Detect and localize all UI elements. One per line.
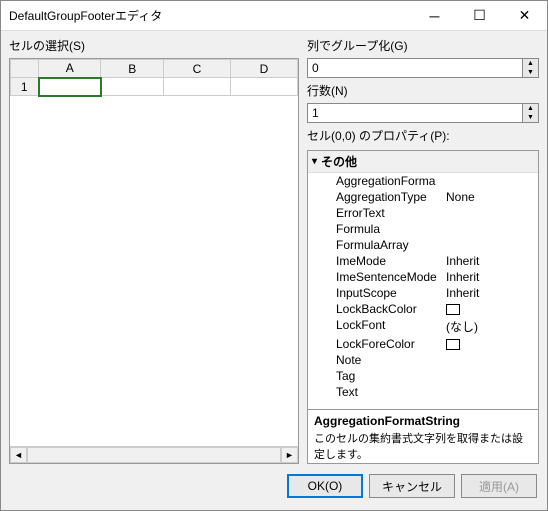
- grid-cell[interactable]: [230, 78, 297, 96]
- property-value[interactable]: [446, 337, 538, 351]
- ok-button[interactable]: OK(O): [287, 474, 363, 498]
- col-header[interactable]: C: [163, 60, 230, 78]
- property-name: ErrorText: [336, 206, 446, 220]
- chevron-down-icon: ▾: [312, 156, 317, 167]
- apply-button[interactable]: 適用(A): [461, 474, 537, 498]
- property-value[interactable]: [446, 385, 538, 399]
- col-header[interactable]: A: [39, 60, 101, 78]
- grid-corner[interactable]: [11, 60, 39, 78]
- property-name: ImeMode: [336, 254, 446, 268]
- row-count-label: 行数(N): [307, 82, 539, 99]
- description-title: AggregationFormatString: [314, 414, 532, 428]
- property-value[interactable]: Inherit: [446, 286, 538, 300]
- property-value[interactable]: [446, 206, 538, 220]
- property-name: Note: [336, 353, 446, 367]
- titlebar: DefaultGroupFooterエディタ ─ ☐ ✕: [1, 1, 547, 31]
- property-value[interactable]: [446, 302, 538, 316]
- color-swatch: [446, 339, 460, 350]
- button-bar: OK(O) キャンセル 適用(A): [1, 464, 547, 510]
- row-count-input[interactable]: [308, 104, 522, 122]
- property-value[interactable]: Inherit: [446, 254, 538, 268]
- property-row[interactable]: LockFont(なし): [308, 317, 538, 336]
- property-value[interactable]: None: [446, 190, 538, 204]
- property-value[interactable]: (なし): [446, 318, 538, 335]
- property-name: ImeSentenceMode: [336, 270, 446, 284]
- grid-cell[interactable]: [163, 78, 230, 96]
- property-row[interactable]: Text: [308, 384, 538, 400]
- dialog-window: DefaultGroupFooterエディタ ─ ☐ ✕ セルの選択(S) A …: [0, 0, 548, 511]
- spinner-up-button[interactable]: ▲: [523, 104, 538, 113]
- row-header[interactable]: 1: [11, 78, 39, 96]
- property-name: FormulaArray: [336, 238, 446, 252]
- scroll-track[interactable]: [27, 447, 281, 463]
- row-count-spinner[interactable]: ▲ ▼: [307, 103, 539, 123]
- property-row[interactable]: AggregationTypeNone: [308, 189, 538, 205]
- spinner-down-button[interactable]: ▼: [523, 68, 538, 77]
- horizontal-scrollbar[interactable]: ◄ ►: [10, 446, 298, 463]
- window-title: DefaultGroupFooterエディタ: [9, 7, 412, 24]
- property-row[interactable]: FormulaArray: [308, 237, 538, 253]
- property-name: Tag: [336, 369, 446, 383]
- col-header[interactable]: D: [230, 60, 297, 78]
- property-name: InputScope: [336, 286, 446, 300]
- grid-cell-selected[interactable]: [39, 78, 101, 96]
- dialog-body: セルの選択(S) A B C D 1: [1, 31, 547, 464]
- property-name: Formula: [336, 222, 446, 236]
- property-row[interactable]: Note: [308, 352, 538, 368]
- property-row[interactable]: Tag: [308, 368, 538, 384]
- property-value[interactable]: [446, 238, 538, 252]
- window-controls: ─ ☐ ✕: [412, 1, 547, 30]
- property-name: LockFont: [336, 318, 446, 335]
- description-text: このセルの集約書式文字列を取得または設定します。: [314, 430, 532, 462]
- category-header[interactable]: ▾ その他: [308, 151, 538, 173]
- property-name: AggregationForma: [336, 174, 446, 188]
- color-swatch: [446, 304, 460, 315]
- properties-label: セル(0,0) のプロパティ(P):: [307, 127, 539, 144]
- property-name: AggregationType: [336, 190, 446, 204]
- description-pane: AggregationFormatString このセルの集約書式文字列を取得ま…: [308, 409, 538, 463]
- group-by-input[interactable]: [308, 59, 522, 77]
- scroll-right-button[interactable]: ►: [281, 447, 298, 463]
- property-grid[interactable]: ▾ その他 AggregationFormaAggregationTypeNon…: [307, 150, 539, 464]
- property-name: LockBackColor: [336, 302, 446, 316]
- property-value[interactable]: [446, 174, 538, 188]
- cancel-button[interactable]: キャンセル: [369, 474, 455, 498]
- property-value[interactable]: [446, 353, 538, 367]
- property-row[interactable]: AggregationForma: [308, 173, 538, 189]
- spinner-down-button[interactable]: ▼: [523, 113, 538, 122]
- property-row[interactable]: ImeModeInherit: [308, 253, 538, 269]
- property-name: LockForeColor: [336, 337, 446, 351]
- property-value[interactable]: [446, 369, 538, 383]
- group-by-spinner[interactable]: ▲ ▼: [307, 58, 539, 78]
- left-pane: セルの選択(S) A B C D 1: [9, 37, 299, 464]
- grid-cell[interactable]: [101, 78, 163, 96]
- property-value[interactable]: Inherit: [446, 270, 538, 284]
- property-row[interactable]: ImeSentenceModeInherit: [308, 269, 538, 285]
- cell-grid[interactable]: A B C D 1: [9, 58, 299, 464]
- property-name: Text: [336, 385, 446, 399]
- maximize-button[interactable]: ☐: [457, 1, 502, 30]
- cell-select-label: セルの選択(S): [9, 37, 299, 54]
- category-name: その他: [321, 153, 357, 170]
- property-row[interactable]: LockBackColor: [308, 301, 538, 317]
- property-row[interactable]: Formula: [308, 221, 538, 237]
- minimize-button[interactable]: ─: [412, 1, 457, 30]
- close-button[interactable]: ✕: [502, 1, 547, 30]
- right-pane: 列でグループ化(G) ▲ ▼ 行数(N) ▲ ▼: [307, 37, 539, 464]
- col-header[interactable]: B: [101, 60, 163, 78]
- property-value[interactable]: [446, 222, 538, 236]
- scroll-left-button[interactable]: ◄: [10, 447, 27, 463]
- group-by-label: 列でグループ化(G): [307, 37, 539, 54]
- property-row[interactable]: LockForeColor: [308, 336, 538, 352]
- spinner-up-button[interactable]: ▲: [523, 59, 538, 68]
- property-row[interactable]: InputScopeInherit: [308, 285, 538, 301]
- property-row[interactable]: ErrorText: [308, 205, 538, 221]
